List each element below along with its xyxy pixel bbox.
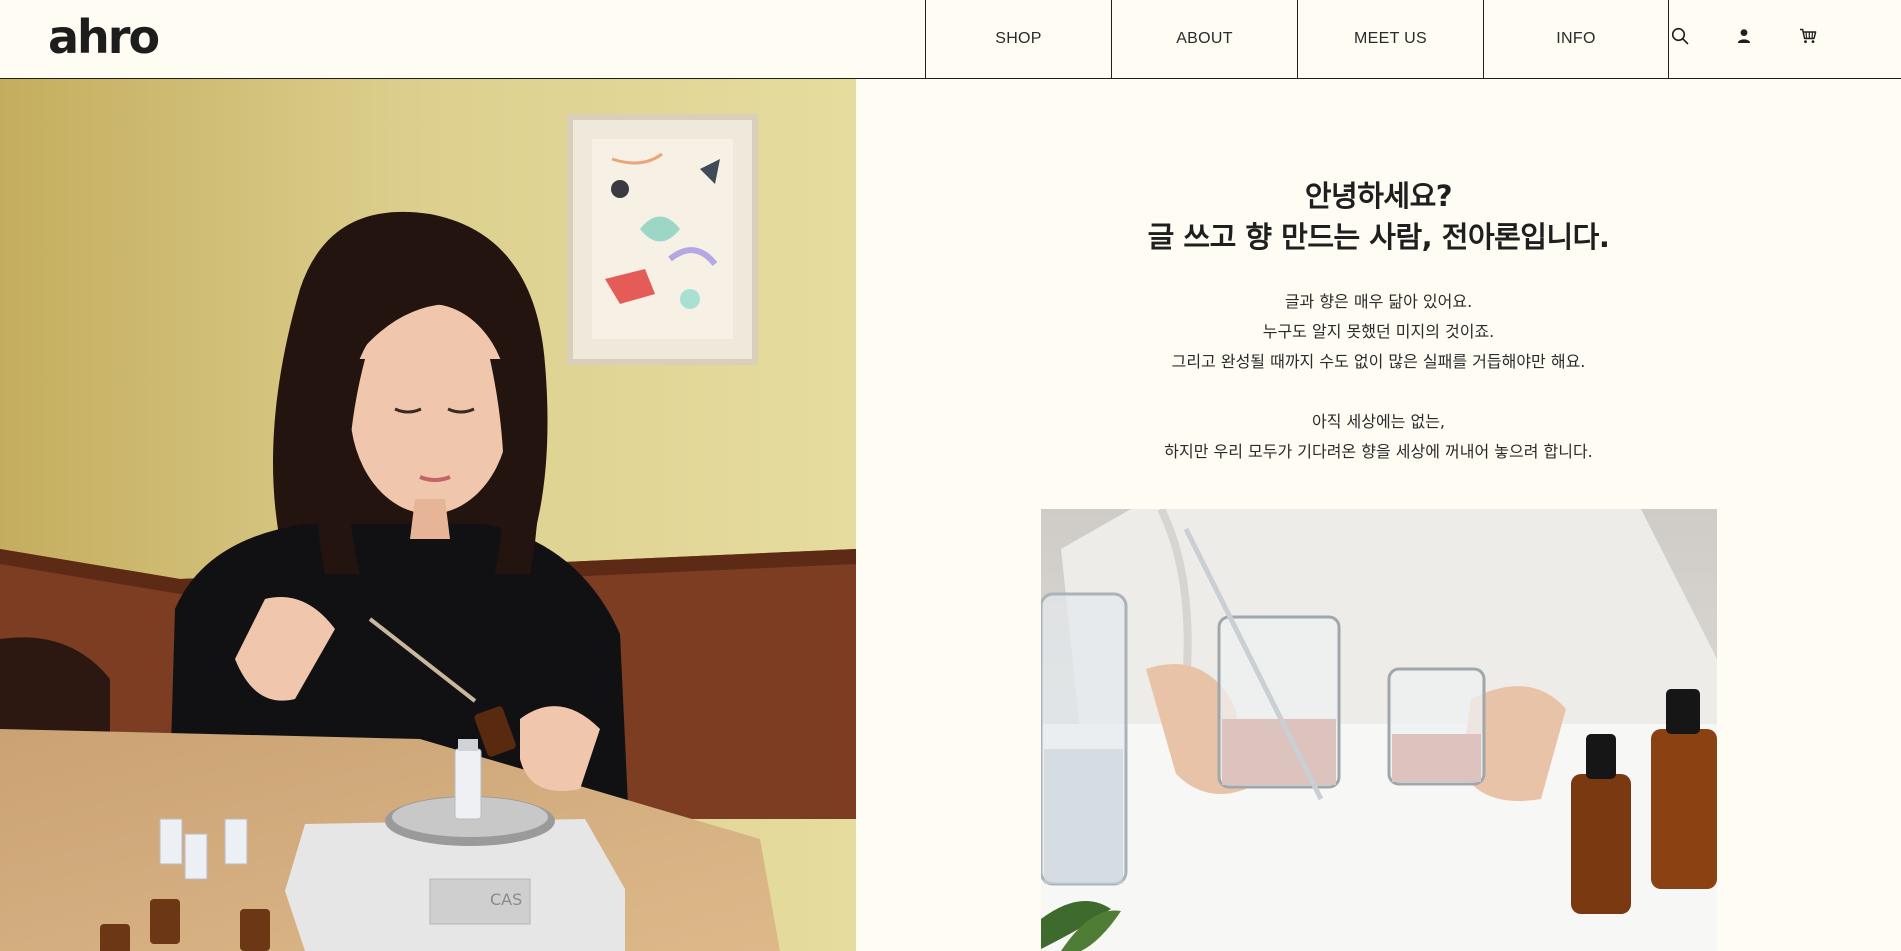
nav-info[interactable]: INFO (1483, 0, 1669, 78)
para-1-line-3: 그리고 완성될 때까지 수도 없이 많은 실패를 거듭해야만 해요. (1171, 352, 1586, 371)
intro-section: 안녕하세요? 글 쓰고 향 만드는 사람, 전아론입니다. 글과 향은 매우 닮… (856, 79, 1901, 951)
user-icon[interactable] (1734, 26, 1754, 46)
main-nav: SHOP ABOUT MEET US INFO (925, 0, 1669, 78)
perfumer-photo: CAS (0, 79, 856, 951)
lab-photo (1041, 509, 1717, 951)
cart-icon[interactable] (1798, 26, 1818, 46)
svg-text:CAS: CAS (490, 890, 522, 909)
para-2-line-1: 아직 세상에는 없는, (1311, 412, 1446, 431)
header-icons (1670, 0, 1818, 72)
intro-paragraph-2: 아직 세상에는 없는, 하지만 우리 모두가 기다려온 향을 세상에 꺼내어 놓… (856, 407, 1901, 467)
nav-about[interactable]: ABOUT (1111, 0, 1297, 78)
para-1-line-1: 글과 향은 매우 닮아 있어요. (1284, 292, 1473, 311)
intro-headline: 안녕하세요? 글 쓰고 향 만드는 사람, 전아론입니다. (856, 176, 1901, 258)
headline-line-2: 글 쓰고 향 만드는 사람, 전아론입니다. (1147, 220, 1610, 254)
brand-logo[interactable]: ahro (48, 4, 160, 70)
para-2-line-2: 하지만 우리 모두가 기다려온 향을 세상에 꺼내어 놓으려 합니다. (1164, 442, 1593, 461)
para-1-line-2: 누구도 알지 못했던 미지의 것이죠. (1262, 322, 1495, 341)
search-icon[interactable] (1670, 26, 1690, 46)
site-header: ahro SHOP ABOUT MEET US INFO (0, 0, 1901, 79)
nav-meet-us[interactable]: MEET US (1297, 0, 1483, 78)
intro-paragraph-1: 글과 향은 매우 닮아 있어요. 누구도 알지 못했던 미지의 것이죠. 그리고… (856, 287, 1901, 377)
nav-shop[interactable]: SHOP (925, 0, 1111, 78)
headline-line-1: 안녕하세요? (1304, 179, 1453, 213)
